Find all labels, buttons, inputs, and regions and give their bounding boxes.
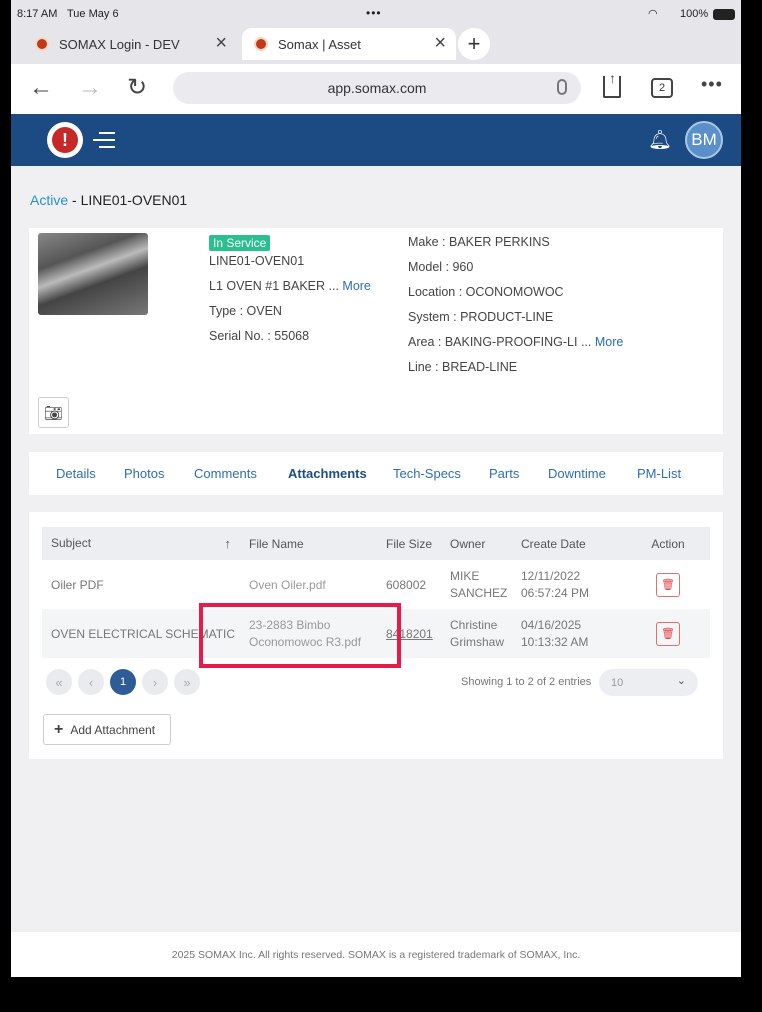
page-1-button[interactable]: 1 — [110, 669, 136, 695]
column-header-owner[interactable]: Owner — [441, 527, 512, 560]
tab-title: SOMAX Login - DEV — [59, 36, 180, 52]
cell-create-date: 12/11/2022 06:57:24 PM — [521, 568, 590, 600]
alert-logo-icon: ! — [52, 127, 78, 153]
more-menu-icon[interactable]: ••• — [701, 74, 723, 95]
asset-type: Type : OVEN — [209, 304, 282, 318]
app-header: ! 🔔︎ BM — [11, 114, 741, 166]
forward-arrow-icon[interactable]: → — [78, 74, 102, 102]
cell-file-name-link[interactable]: Oven Oiler.pdf — [240, 560, 377, 609]
status-date: Tue May 6 — [67, 8, 119, 20]
asset-system: System : PRODUCT-LINE — [408, 310, 554, 324]
somax-logo[interactable]: ! — [47, 122, 83, 158]
delete-button[interactable]: 🗑︎ — [656, 621, 680, 646]
tab-downtime[interactable]: Downtime — [548, 466, 606, 481]
user-avatar[interactable]: BM — [685, 121, 723, 159]
asset-line: Line : BREAD-LINE — [408, 360, 518, 374]
table-row: Oiler PDF Oven Oiler.pdf 608002 MIKE SAN… — [42, 560, 710, 609]
tab-details[interactable]: Details — [56, 466, 96, 481]
tab-title: Somax | Asset — [278, 36, 361, 52]
close-tab-icon[interactable]: × — [215, 33, 227, 53]
battery-percent: 100% — [680, 8, 709, 20]
add-attachment-label: Add Attachment — [70, 722, 156, 737]
column-header-create-date[interactable]: Create Date — [512, 527, 626, 560]
breadcrumb: Active - LINE01-OVEN01 — [30, 192, 187, 208]
page-size-value: 10 — [611, 676, 624, 689]
chevron-down-icon: ⌄ — [676, 675, 686, 687]
breadcrumb-current: LINE01-OVEN01 — [80, 192, 188, 208]
next-page-icon[interactable]: › — [142, 669, 168, 695]
back-arrow-icon[interactable]: ← — [29, 74, 53, 102]
page-size-select[interactable]: 10 ⌄ — [599, 669, 698, 696]
browser-tab-somax-login[interactable]: SOMAX Login - DEV × — [23, 28, 237, 60]
cell-subject: Oiler PDF — [51, 577, 104, 592]
asset-id: LINE01-OVEN01 — [209, 254, 305, 268]
url-text: app.somax.com — [327, 80, 427, 96]
description-more-link[interactable]: More — [342, 279, 370, 293]
tab-comments[interactable]: Comments — [194, 466, 257, 481]
battery-icon — [713, 9, 735, 20]
entries-summary: Showing 1 to 2 of 2 entries — [461, 676, 592, 688]
asset-model: Model : 960 — [408, 260, 474, 274]
ipad-screen: 8:17 AM Tue May 6 ••• ◠ 100% SOMAX Login… — [11, 0, 741, 977]
reload-icon[interactable]: ↻ — [127, 73, 147, 102]
wifi-icon: ◠ — [648, 8, 658, 20]
column-header-file-size[interactable]: File Size — [377, 527, 441, 560]
browser-tab-strip: SOMAX Login - DEV × Somax | Asset × + — [11, 28, 741, 64]
previous-page-icon[interactable]: ‹ — [78, 669, 104, 695]
asset-location: Location : OCONOMOWOC — [408, 285, 564, 299]
share-arrow-icon: ↑ — [609, 70, 616, 86]
camera-icon: 📷︎ — [43, 404, 64, 422]
first-page-icon[interactable]: « — [46, 669, 72, 695]
hamburger-menu-icon[interactable] — [93, 132, 115, 148]
browser-toolbar: ← → ↻ app.somax.com ↑ 2 ••• — [11, 64, 741, 114]
trash-icon: 🗑︎ — [661, 628, 675, 640]
plus-icon: + — [54, 720, 64, 738]
somax-favicon-icon — [254, 37, 268, 51]
annotation-highlight-box — [199, 603, 401, 668]
cell-owner: MIKE SANCHEZ — [450, 568, 508, 600]
notification-bell-icon[interactable]: 🔔︎ — [648, 128, 672, 152]
status-badge: In Service — [209, 235, 271, 251]
camera-button[interactable]: 📷︎ — [38, 397, 69, 428]
tab-photos[interactable]: Photos — [124, 466, 164, 481]
delete-button[interactable]: 🗑︎ — [656, 572, 680, 597]
browser-tab-somax-asset[interactable]: Somax | Asset × — [242, 28, 456, 60]
tab-tech-specs[interactable]: Tech-Specs — [393, 466, 461, 481]
address-bar[interactable]: app.somax.com — [173, 72, 581, 104]
asset-make: Make : BAKER PERKINS — [408, 235, 550, 249]
cell-owner: Christine Grimshaw — [441, 609, 512, 658]
status-time: 8:17 AM — [17, 8, 58, 20]
column-header-subject[interactable]: Subject ↑ — [42, 527, 240, 560]
tab-parts[interactable]: Parts — [489, 466, 519, 481]
footer-copyright: 2025 SOMAX Inc. All rights reserved. SOM… — [171, 948, 581, 961]
asset-serial: Serial No. : 55068 — [209, 329, 310, 343]
cell-file-size: 608002 — [386, 577, 427, 592]
breadcrumb-separator: - — [68, 192, 81, 208]
trash-icon: 🗑︎ — [661, 579, 675, 591]
status-bar: 8:17 AM Tue May 6 ••• ◠ 100% — [11, 0, 741, 28]
last-page-icon[interactable]: » — [174, 669, 200, 695]
tab-pm-list[interactable]: PM-List — [637, 466, 681, 481]
asset-area: Area : BAKING-PROOFING-LI ... More — [408, 335, 624, 349]
table-header-row: Subject ↑ File Name File Size Owner Creat… — [42, 527, 710, 560]
close-tab-icon[interactable]: × — [434, 33, 446, 53]
somax-favicon-icon — [35, 37, 49, 51]
column-header-file-name[interactable]: File Name — [240, 527, 377, 560]
microphone-icon[interactable] — [557, 79, 567, 95]
asset-photo[interactable] — [38, 233, 148, 315]
page-footer: 2025 SOMAX Inc. All rights reserved. SOM… — [11, 932, 741, 977]
tab-attachments[interactable]: Attachments — [288, 466, 367, 481]
tab-count-icon[interactable]: 2 — [651, 78, 673, 98]
sort-ascending-icon[interactable]: ↑ — [225, 536, 232, 551]
multitask-dots-icon[interactable]: ••• — [366, 6, 382, 20]
cell-create-date: 04/16/2025 10:13:32 AM — [512, 609, 626, 658]
column-header-action: Action — [626, 527, 710, 560]
asset-description: L1 OVEN #1 BAKER ... More — [209, 279, 371, 293]
breadcrumb-active-link[interactable]: Active — [30, 192, 68, 208]
new-tab-button[interactable]: + — [458, 28, 490, 60]
area-more-link[interactable]: More — [595, 335, 623, 349]
add-attachment-button[interactable]: + Add Attachment — [43, 714, 171, 745]
